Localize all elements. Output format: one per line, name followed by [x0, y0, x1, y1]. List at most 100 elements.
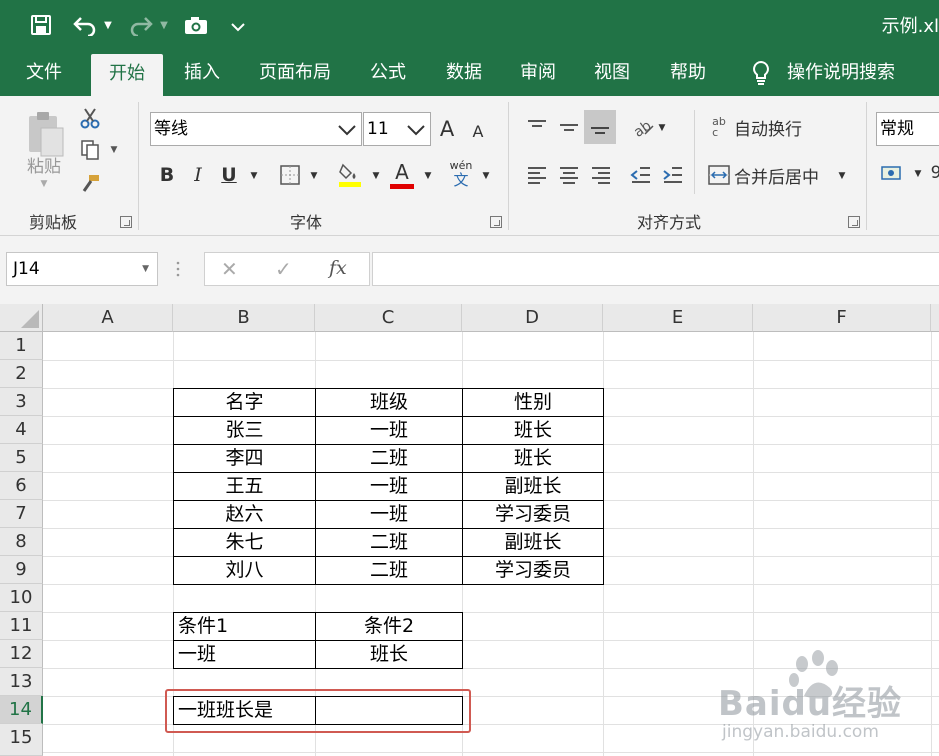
increase-indent-icon[interactable]	[660, 162, 686, 188]
phonetic-guide-button[interactable]: wén 文	[446, 158, 476, 190]
align-top-icon[interactable]	[524, 114, 550, 140]
row-header-11[interactable]: 11	[0, 612, 43, 640]
row-header-5[interactable]: 5	[0, 444, 43, 472]
wrap-text-icon[interactable]: ab c	[706, 114, 732, 140]
cell-c6[interactable]: 一班	[316, 472, 462, 500]
cell-d5[interactable]: 班长	[463, 444, 603, 472]
merge-dropdown-icon[interactable]: ▼	[836, 170, 848, 182]
row-header-6[interactable]: 6	[0, 472, 43, 500]
align-center-icon[interactable]	[556, 162, 582, 188]
bold-button[interactable]: B	[156, 162, 178, 188]
align-left-icon[interactable]	[524, 162, 550, 188]
tab-home[interactable]: 开始	[91, 54, 163, 96]
cell-b12[interactable]: 一班	[174, 640, 315, 668]
font-name-combo[interactable]: 等线	[150, 112, 362, 146]
underline-button[interactable]: U	[218, 162, 240, 188]
cell-b3[interactable]: 名字	[174, 388, 315, 416]
name-box-dropdown-icon[interactable]: ▼	[142, 253, 149, 285]
cell-c7[interactable]: 一班	[316, 500, 462, 528]
customize-toolbar-icon[interactable]	[228, 12, 248, 38]
cancel-icon[interactable]: ✕	[221, 257, 238, 281]
camera-icon[interactable]	[182, 12, 210, 38]
cell-c12[interactable]: 班长	[316, 640, 462, 668]
cell-b6[interactable]: 王五	[174, 472, 315, 500]
merge-center-icon[interactable]	[706, 162, 732, 188]
row-header-4[interactable]: 4	[0, 416, 43, 444]
tab-help[interactable]: 帮助	[658, 50, 718, 96]
column-header-e[interactable]: E	[603, 304, 753, 332]
accounting-dropdown-icon[interactable]: ▼	[912, 168, 924, 180]
formula-input[interactable]	[372, 252, 939, 286]
row-header-12[interactable]: 12	[0, 640, 43, 668]
cell-d8[interactable]: 副班长	[463, 528, 603, 556]
tab-formulas[interactable]: 公式	[358, 50, 418, 96]
row-header-1[interactable]: 1	[0, 332, 43, 360]
font-size-combo[interactable]: 11	[363, 112, 431, 146]
row-header-3[interactable]: 3	[0, 388, 43, 416]
row-header-8[interactable]: 8	[0, 528, 43, 556]
percent-style-partial[interactable]: 9	[930, 160, 939, 186]
cell-d4[interactable]: 班长	[463, 416, 603, 444]
paste-dropdown-icon[interactable]: ▼	[36, 178, 52, 190]
column-header-d[interactable]: D	[462, 304, 603, 332]
insert-function-icon[interactable]: fx	[329, 257, 347, 279]
grow-font-button[interactable]: A	[436, 116, 458, 142]
shrink-font-button[interactable]: A	[468, 120, 488, 142]
underline-dropdown-icon[interactable]: ▼	[248, 170, 260, 182]
font-launcher-icon[interactable]	[490, 216, 502, 228]
cell-b7[interactable]: 赵六	[174, 500, 315, 528]
phonetic-dropdown-icon[interactable]: ▼	[480, 170, 492, 182]
row-header-9[interactable]: 9	[0, 556, 43, 584]
cell-c3[interactable]: 班级	[316, 388, 462, 416]
align-middle-icon[interactable]	[556, 114, 582, 140]
decrease-indent-icon[interactable]	[628, 162, 654, 188]
column-header-g-partial[interactable]	[931, 304, 939, 332]
font-color-button[interactable]: A	[388, 160, 416, 190]
redo-dropdown-icon[interactable]: ▼	[158, 12, 170, 38]
row-header-15[interactable]: 15	[0, 724, 43, 756]
tab-page-layout[interactable]: 页面布局	[248, 50, 342, 96]
paste-button[interactable]: 粘贴	[24, 152, 64, 177]
borders-dropdown-icon[interactable]: ▼	[308, 170, 320, 182]
undo-dropdown-icon[interactable]: ▼	[102, 12, 114, 38]
borders-icon[interactable]	[277, 162, 303, 188]
font-color-dropdown-icon[interactable]: ▼	[422, 170, 434, 182]
cell-d3[interactable]: 性别	[463, 388, 603, 416]
tab-review[interactable]: 审阅	[508, 50, 568, 96]
cell-c5[interactable]: 二班	[316, 444, 462, 472]
column-header-f[interactable]: F	[753, 304, 931, 332]
number-format-combo[interactable]: 常规	[876, 112, 939, 146]
row-header-10[interactable]: 10	[0, 584, 43, 612]
orientation-icon[interactable]: ab	[630, 114, 656, 140]
cell-c9[interactable]: 二班	[316, 556, 462, 584]
copy-dropdown-icon[interactable]: ▼	[108, 144, 120, 156]
tab-insert[interactable]: 插入	[170, 50, 234, 96]
row-header-13[interactable]: 13	[0, 668, 43, 696]
cell-b9[interactable]: 刘八	[174, 556, 315, 584]
column-header-b[interactable]: B	[173, 304, 315, 332]
format-painter-icon[interactable]	[78, 172, 102, 196]
name-box[interactable]: J14 ▼	[6, 252, 158, 286]
tell-me-search[interactable]: 操作说明搜索	[780, 50, 902, 96]
tab-view[interactable]: 视图	[582, 50, 642, 96]
merge-center-button[interactable]: 合并后居中	[734, 162, 826, 188]
cell-b4[interactable]: 张三	[174, 416, 315, 444]
row-header-7[interactable]: 7	[0, 500, 43, 528]
tab-file[interactable]: 文件	[12, 50, 76, 96]
redo-icon[interactable]	[126, 12, 156, 38]
align-bottom-icon[interactable]	[584, 110, 616, 144]
cell-c4[interactable]: 一班	[316, 416, 462, 444]
cell-c8[interactable]: 二班	[316, 528, 462, 556]
undo-icon[interactable]	[70, 12, 100, 38]
cut-icon[interactable]	[78, 106, 102, 130]
cell-d7[interactable]: 学习委员	[463, 500, 603, 528]
cell-c11[interactable]: 条件2	[316, 612, 462, 640]
cell-d9[interactable]: 学习委员	[463, 556, 603, 584]
orientation-dropdown-icon[interactable]: ▼	[656, 122, 668, 134]
fill-color-icon[interactable]	[336, 160, 364, 190]
cell-d6[interactable]: 副班长	[463, 472, 603, 500]
row-header-14[interactable]: 14	[0, 696, 43, 724]
drag-handle-icon[interactable]	[176, 260, 180, 278]
save-icon[interactable]	[28, 12, 54, 38]
tab-data[interactable]: 数据	[434, 50, 494, 96]
